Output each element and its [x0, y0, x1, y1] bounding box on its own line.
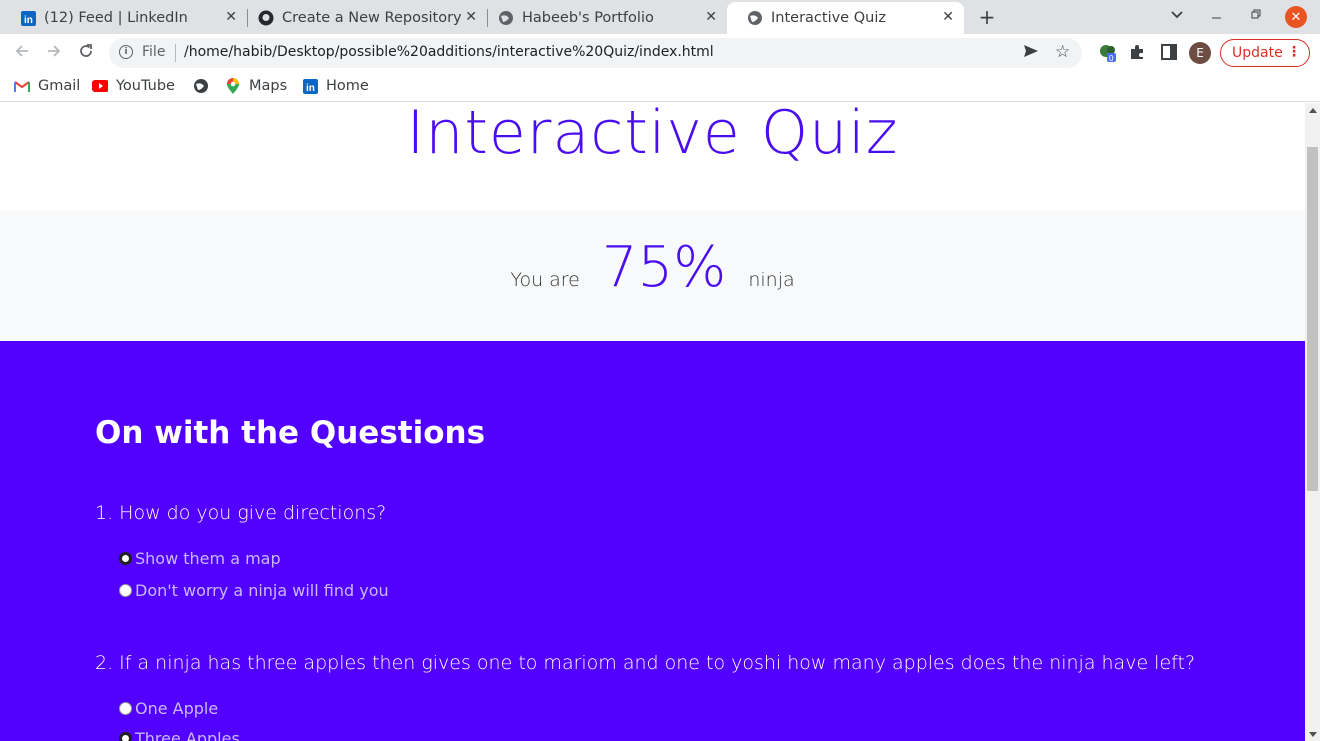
scroll-up-arrow-icon[interactable] [1309, 108, 1317, 113]
globe-icon [747, 10, 763, 26]
close-tab-icon[interactable]: ✕ [705, 9, 717, 25]
option-label: One Apple [135, 699, 219, 718]
info-icon[interactable]: i [119, 45, 133, 59]
q2-option-1[interactable]: One Apple [119, 699, 218, 718]
close-tab-icon[interactable]: ✕ [225, 9, 237, 25]
github-icon [258, 10, 274, 26]
globe-icon [498, 10, 514, 26]
bookmark-label: Home [326, 78, 369, 94]
bookmark-gmail[interactable]: Gmail [14, 78, 80, 94]
svg-text:in: in [24, 15, 33, 26]
result-section: You are 75% ninja [0, 210, 1305, 341]
tab-search-icon[interactable] [1170, 7, 1184, 25]
update-button[interactable]: Update ⋮ [1220, 39, 1310, 67]
svg-text:in: in [306, 83, 315, 94]
page-viewport: Interactive Quiz You are 75% ninja On wi… [0, 103, 1305, 741]
close-window-icon[interactable]: ✕ [1285, 6, 1307, 28]
tab-interactive-quiz[interactable]: Interactive Quiz ✕ [727, 2, 964, 34]
puzzle-icon[interactable] [1128, 43, 1146, 65]
bookmark-globe[interactable] [193, 78, 217, 94]
globe-icon [193, 78, 209, 94]
tab-linkedin[interactable]: in (12) Feed | LinkedIn ✕ [0, 2, 247, 34]
minimize-icon[interactable] [1212, 7, 1222, 25]
site-info-label: File [142, 44, 166, 60]
close-tab-icon[interactable]: ✕ [465, 9, 477, 25]
option-label: Don't worry a ninja will find you [135, 581, 389, 600]
bookmark-maps[interactable]: Maps [225, 77, 288, 94]
bookmark-label: YouTube [116, 78, 175, 94]
questions-section: On with the Questions 1. How do you give… [0, 341, 1305, 741]
omnibox-separator [175, 44, 176, 62]
url-text[interactable]: /home/habib/Desktop/possible%20additions… [184, 44, 714, 60]
q1-option-1[interactable]: Show them a map [119, 549, 281, 568]
linkedin-icon: in [20, 10, 36, 26]
option-label: Three Apples [135, 729, 240, 741]
scroll-down-arrow-icon[interactable] [1309, 732, 1317, 737]
youtube-icon [92, 78, 108, 94]
radio-button[interactable] [119, 732, 132, 741]
result-suffix: ninja [748, 269, 795, 291]
result-row: You are 75% ninja [0, 235, 1305, 300]
scroll-thumb[interactable] [1307, 147, 1318, 491]
update-label: Update [1232, 45, 1283, 61]
tab-strip: in (12) Feed | LinkedIn ✕ Create a New R… [0, 0, 1320, 34]
q1-option-2[interactable]: Don't worry a ninja will find you [119, 581, 389, 600]
tab-github[interactable]: Create a New Repository ✕ [238, 2, 487, 34]
questions-heading: On with the Questions [95, 415, 486, 451]
restore-icon[interactable] [1251, 7, 1261, 25]
bookmarks-bar: Gmail YouTube Maps in Home [0, 72, 1320, 102]
menu-dots-icon[interactable]: ⋮ [1287, 44, 1301, 60]
extension-icon[interactable]: 0 [1097, 42, 1119, 68]
tab-portfolio[interactable]: Habeeb's Portfolio ✕ [478, 2, 727, 34]
browser-toolbar: i File /home/habib/Desktop/possible%20ad… [0, 34, 1320, 72]
extension-badge: 0 [1109, 54, 1114, 63]
forward-icon[interactable] [43, 42, 65, 65]
tab-title: Habeeb's Portfolio [522, 10, 654, 26]
page-scrollbar[interactable] [1305, 103, 1320, 741]
question-1: 1. How do you give directions? [95, 502, 387, 524]
profile-avatar[interactable]: E [1189, 42, 1211, 64]
side-panel-icon[interactable] [1161, 44, 1177, 64]
address-bar[interactable]: i File /home/habib/Desktop/possible%20ad… [109, 38, 1082, 68]
reload-icon[interactable] [75, 42, 97, 65]
radio-button[interactable] [119, 552, 132, 565]
option-label: Show them a map [135, 549, 281, 568]
result-prefix: You are [510, 269, 580, 291]
linkedin-icon: in [302, 78, 318, 94]
bookmark-label: Gmail [38, 78, 81, 94]
bookmark-label: Maps [249, 78, 288, 94]
q2-option-2[interactable]: Three Apples [119, 729, 240, 741]
tab-title: (12) Feed | LinkedIn [44, 10, 188, 26]
maps-icon [225, 77, 241, 94]
radio-button[interactable] [119, 702, 132, 715]
page-title: Interactive Quiz [406, 103, 899, 168]
gmail-icon [14, 78, 30, 94]
send-tab-icon[interactable] [1023, 43, 1039, 63]
radio-button[interactable] [119, 584, 132, 597]
bookmark-star-icon[interactable]: ☆ [1055, 42, 1070, 62]
tab-title: Create a New Repository [282, 10, 462, 26]
bookmark-home[interactable]: in Home [302, 78, 369, 94]
close-tab-icon[interactable]: ✕ [942, 9, 954, 25]
back-icon[interactable] [11, 42, 33, 65]
bookmark-youtube[interactable]: YouTube [92, 78, 175, 94]
result-score: 75% [601, 235, 727, 300]
tab-title: Interactive Quiz [771, 10, 886, 26]
new-tab-button[interactable]: + [976, 5, 998, 29]
question-2: 2. If a ninja has three apples then give… [95, 652, 1196, 674]
